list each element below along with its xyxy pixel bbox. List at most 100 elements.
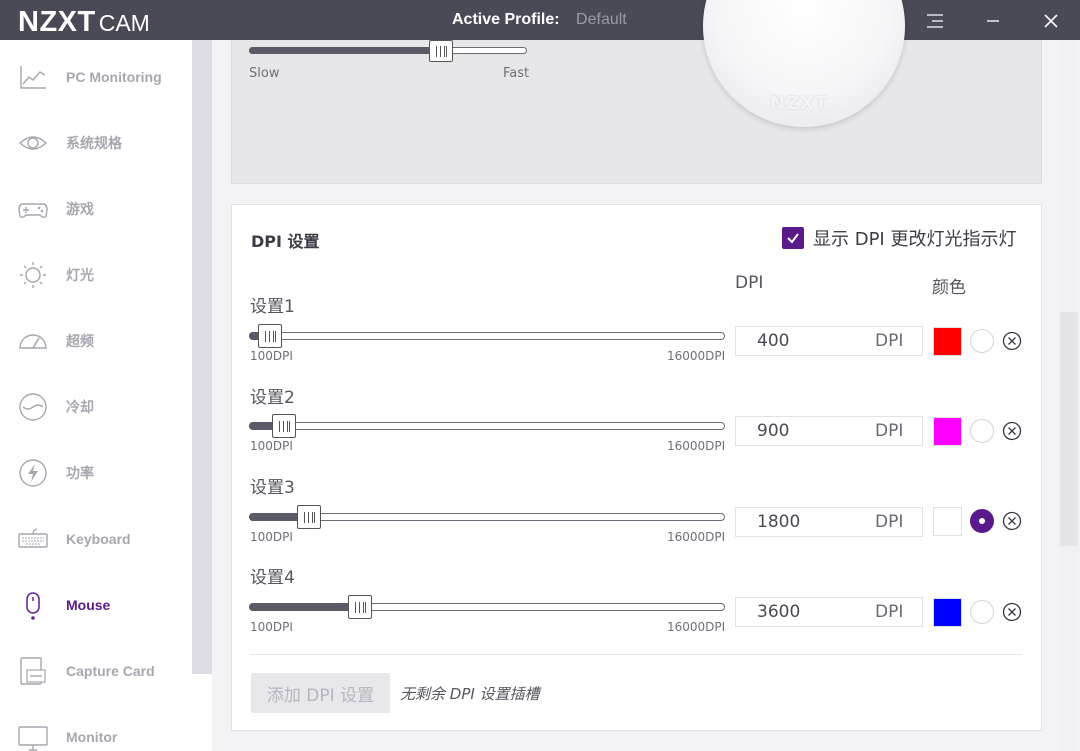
active-profile-label: Active Profile: (452, 11, 560, 28)
sidebar-item-label: 超频 (66, 333, 94, 349)
sidebar-item-overclocking[interactable]: 超频 (0, 319, 190, 363)
sun-icon (18, 260, 48, 290)
dpi-settings-panel (231, 204, 1042, 731)
speed-max-label: Fast (503, 66, 530, 81)
dpi-row-2-active-radio[interactable] (970, 419, 994, 443)
eye-icon (18, 128, 48, 158)
dpi-row-2-slider-track[interactable] (249, 422, 725, 430)
dpi-row-2-unit: DPI (875, 421, 904, 441)
dpi-row-1-max-label: 16000DPI (667, 349, 726, 363)
dpi-row-2-input[interactable]: 900 DPI (735, 416, 923, 446)
capture-card-icon (18, 656, 48, 686)
minimize-icon[interactable] (982, 10, 1004, 32)
dpi-row-1-active-radio[interactable] (970, 329, 994, 353)
dpi-row-3-max-label: 16000DPI (667, 530, 726, 544)
sidebar-item-label: 灯光 (66, 267, 94, 283)
show-dpi-indicator-label: 显示 DPI 更改灯光指示灯 (813, 229, 1017, 250)
gamepad-icon (18, 194, 48, 224)
dpi-row-4-unit: DPI (875, 602, 904, 622)
dpi-row-3-delete-icon[interactable] (1002, 511, 1022, 531)
sidebar-item-games[interactable]: 游戏 (0, 187, 190, 231)
dpi-row-4-input[interactable]: 3600 DPI (735, 597, 923, 627)
sidebar-scrollbar[interactable] (192, 40, 212, 674)
dpi-row-4-slider-fill (249, 603, 361, 611)
sidebar-item-label: Monitor (66, 729, 118, 745)
dpi-row-3-input[interactable]: 1800 DPI (735, 507, 923, 537)
speed-slider-fill (249, 47, 441, 54)
dpi-row-2-delete-icon[interactable] (1002, 421, 1022, 441)
dpi-row-1-unit: DPI (875, 331, 904, 351)
nzxt-cam-logo: NZXT CAM (18, 6, 150, 38)
dpi-settings-title: DPI 设置 (251, 232, 320, 251)
logo-product: CAM (98, 10, 150, 36)
sidebar: PC Monitoring 系统规格 游戏 灯光 超频 冷却 功率 Keyboa… (0, 40, 212, 751)
dpi-row-3-slider-handle[interactable] (297, 505, 322, 529)
sidebar-item-cooling[interactable]: 冷却 (0, 385, 190, 429)
speed-min-label: Slow (249, 66, 280, 81)
mouse-icon (18, 590, 48, 620)
sidebar-item-pc-monitoring[interactable]: PC Monitoring (0, 55, 190, 99)
sidebar-item-keyboard[interactable]: Keyboard (0, 517, 190, 561)
dpi-row-4-value: 3600 (757, 602, 801, 622)
chart-line-icon (18, 62, 48, 92)
dpi-row-1-value: 400 (757, 331, 790, 351)
dpi-row-3-value: 1800 (757, 512, 801, 532)
show-dpi-indicator-toggle[interactable]: 显示 DPI 更改灯光指示灯 (782, 225, 1016, 251)
dpi-row-2-slider-handle[interactable] (271, 414, 296, 438)
sidebar-item-label: Keyboard (66, 531, 131, 547)
sidebar-item-label: 功率 (66, 465, 94, 481)
add-dpi-setting-button[interactable]: 添加 DPI 设置 (251, 673, 390, 713)
dpi-row-1-min-label: 100DPI (250, 349, 293, 363)
dpi-row-1-slider-handle[interactable] (257, 324, 282, 348)
keyboard-icon (18, 524, 48, 554)
dpi-row-2-color-swatch[interactable] (933, 417, 962, 446)
sidebar-item-system-specs[interactable]: 系统规格 (0, 121, 190, 165)
sidebar-item-label: 冷却 (66, 399, 94, 415)
sidebar-item-power[interactable]: 功率 (0, 451, 190, 495)
dpi-row-2-value: 900 (757, 421, 790, 441)
dpi-row-2-min-label: 100DPI (250, 439, 293, 453)
dpi-row-4-slider-handle[interactable] (348, 595, 373, 619)
dpi-row-1-slider-track[interactable] (249, 332, 725, 340)
sidebar-item-label: 游戏 (66, 201, 94, 217)
dpi-row-3-active-radio[interactable] (970, 509, 994, 533)
sidebar-item-label: Mouse (66, 597, 111, 613)
sidebar-item-label: Capture Card (66, 663, 155, 679)
no-slot-message: 无剩余 DPI 设置插槽 (400, 685, 540, 703)
sidebar-item-lighting[interactable]: 灯光 (0, 253, 190, 297)
dpi-column-header: DPI (735, 273, 764, 293)
dpi-row-2-label: 设置2 (250, 388, 295, 408)
dpi-row-4-label: 设置4 (250, 568, 295, 588)
bolt-icon (18, 458, 48, 488)
sidebar-item-capture-card[interactable]: Capture Card (0, 649, 190, 693)
dpi-row-3-label: 设置3 (250, 478, 295, 498)
main-scrollbar-thumb[interactable] (1060, 312, 1078, 546)
title-bar: NZXT CAM Active Profile: Default (0, 0, 1080, 40)
menu-icon[interactable] (924, 10, 946, 32)
dpi-row-1-delete-icon[interactable] (1002, 331, 1022, 351)
dpi-row-4-max-label: 16000DPI (667, 620, 726, 634)
dpi-row-4-active-radio[interactable] (970, 600, 994, 624)
dpi-row-1-label: 设置1 (250, 297, 295, 317)
dpi-row-2-max-label: 16000DPI (667, 439, 726, 453)
gauge-icon (18, 326, 48, 356)
dpi-row-1-input[interactable]: 400 DPI (735, 326, 923, 356)
dpi-row-4-delete-icon[interactable] (1002, 602, 1022, 622)
sidebar-item-monitor[interactable]: Monitor (0, 715, 190, 751)
active-profile[interactable]: Active Profile: Default (452, 11, 627, 29)
dpi-divider (250, 654, 1022, 655)
dpi-row-3-min-label: 100DPI (250, 530, 293, 544)
sidebar-item-mouse[interactable]: Mouse (0, 583, 190, 627)
dpi-row-1-color-swatch[interactable] (933, 327, 962, 356)
close-icon[interactable] (1040, 10, 1062, 32)
color-column-header: 颜色 (932, 278, 966, 298)
show-dpi-indicator-checkbox[interactable] (782, 227, 804, 249)
dpi-row-4-min-label: 100DPI (250, 620, 293, 634)
monitor-icon (18, 722, 48, 751)
dpi-row-3-unit: DPI (875, 512, 904, 532)
dpi-row-4-color-swatch[interactable] (933, 598, 962, 627)
speed-slider-handle[interactable] (428, 40, 453, 62)
dpi-row-3-color-swatch[interactable] (933, 507, 962, 536)
device-logo-text: NZXT (770, 93, 829, 114)
cooling-icon (18, 392, 48, 422)
